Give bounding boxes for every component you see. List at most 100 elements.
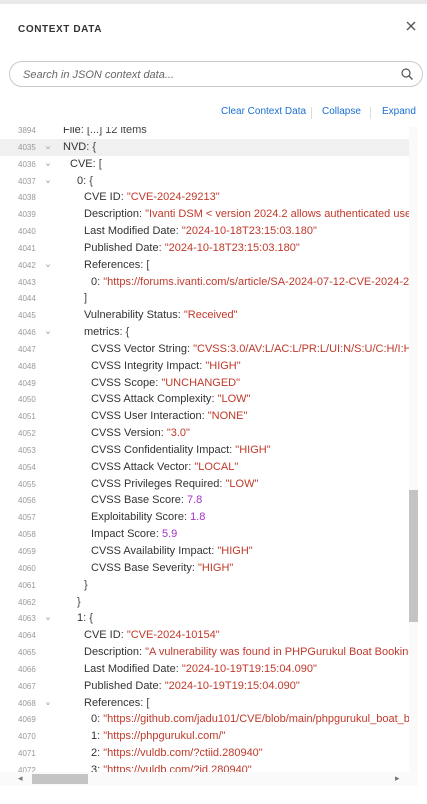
json-value: "CVE-2024-10154" — [126, 629, 220, 642]
line-number: 4051 — [18, 412, 36, 422]
panel-title: CONTEXT DATA — [18, 24, 103, 35]
json-line: 4059 CVSS Availability Impact: "HIGH" — [0, 543, 418, 560]
json-entry[interactable]: ] — [84, 290, 87, 307]
json-entry[interactable]: metrics: { — [84, 324, 129, 341]
json-entry[interactable]: CVSS Integrity Impact: "HIGH" — [91, 358, 241, 375]
json-entry[interactable]: CVE: [ — [70, 156, 102, 173]
json-line: 4056 CVSS Base Score: 7.8 — [0, 492, 418, 509]
clear-context-data-button[interactable]: Clear Context Data — [221, 106, 306, 117]
json-entry[interactable]: CVSS Confidentiality Impact: "HIGH" — [91, 442, 271, 459]
json-entry[interactable]: 0: "https://forums.ivanti.com/s/article/… — [91, 274, 418, 291]
fold-toggle-icon[interactable]: ∨ — [45, 614, 53, 623]
json-entry[interactable]: CVSS Base Score: 7.8 — [91, 492, 202, 509]
json-value: "HIGH" — [235, 443, 271, 456]
json-entry[interactable]: } — [84, 577, 88, 594]
json-line: 4037 ∨ 0: { — [0, 173, 418, 190]
json-entry[interactable]: Description: "A vulnerability was found … — [84, 644, 418, 661]
line-number: 4042 — [18, 260, 36, 270]
search-input[interactable] — [21, 66, 395, 84]
json-line: 4069 0: "https://github.com/jadu101/CVE/b… — [0, 711, 418, 728]
json-entry[interactable]: CVE ID: "CVE-2024-10154" — [84, 627, 220, 644]
json-entry[interactable]: Published Date: "2024-10-18T23:15:03.180… — [84, 240, 300, 257]
json-line: 4063 ∨ 1: { — [0, 610, 418, 627]
json-entry[interactable]: 0: { — [77, 173, 93, 190]
close-icon[interactable] — [403, 18, 419, 34]
json-key: CVE — [70, 157, 93, 170]
json-entry[interactable]: Impact Score: 5.9 — [91, 526, 177, 543]
json-entry[interactable]: Published Date: "2024-10-19T19:15:04.090… — [84, 678, 300, 695]
json-entry[interactable]: Last Modified Date: "2024-10-19T19:15:04… — [84, 661, 317, 678]
json-punctuation: : { — [83, 612, 93, 625]
json-punctuation: : [ — [140, 696, 150, 709]
json-entry[interactable]: File: [...] 12 items — [63, 127, 147, 139]
line-number: 4063 — [18, 614, 36, 624]
search-icon[interactable] — [400, 67, 414, 81]
json-key: Published Date — [84, 679, 159, 692]
json-line: 4055 CVSS Privileges Required: "LOW" — [0, 476, 418, 493]
json-entry[interactable]: Exploitability Score: 1.8 — [91, 509, 205, 526]
scroll-left-icon[interactable]: ◂ — [18, 773, 23, 784]
json-entry[interactable]: CVSS Version: "3.0" — [91, 425, 190, 442]
json-entry[interactable]: 2: "https://vuldb.com/?ctiid.280940" — [91, 745, 263, 762]
json-key: CVSS Attack Vector — [91, 460, 189, 473]
divider — [370, 107, 371, 119]
vertical-scrollbar-track[interactable] — [409, 127, 418, 772]
json-punctuation: : { — [86, 140, 97, 153]
json-key: Last Modified Date — [84, 225, 176, 238]
json-entry[interactable]: CVSS Privileges Required: "LOW" — [91, 476, 258, 493]
line-number: 4047 — [18, 344, 36, 354]
json-entry[interactable]: } — [77, 594, 81, 611]
json-line: 4071 2: "https://vuldb.com/?ctiid.280940" — [0, 745, 418, 762]
json-entry[interactable]: References: [ — [84, 257, 149, 274]
json-punctuation: : [ — [140, 258, 150, 271]
vertical-scrollbar-thumb[interactable] — [409, 490, 418, 622]
json-entry[interactable]: CVSS Base Severity: "HIGH" — [91, 560, 233, 577]
json-entry[interactable]: CVSS Availability Impact: "HIGH" — [91, 543, 253, 560]
fold-toggle-icon[interactable]: ∨ — [45, 698, 53, 707]
json-line: 4068 ∨ References: [ — [0, 695, 418, 712]
json-entry[interactable]: CVSS Vector String: "CVSS:3.0/AV:L/AC:L/… — [91, 341, 418, 358]
json-entry[interactable]: NVD: { — [63, 139, 96, 156]
json-entry[interactable]: CVSS User Interaction: "NONE" — [91, 408, 247, 425]
json-entry[interactable]: 3: "https://vuldb.com/?id.280940" — [91, 762, 252, 772]
collapse-button[interactable]: Collapse — [322, 106, 361, 117]
json-entry[interactable]: CVE ID: "CVE-2024-29213" — [84, 189, 220, 206]
json-entry[interactable]: Last Modified Date: "2024-10-18T23:15:03… — [84, 223, 317, 240]
json-line: 4066 Last Modified Date: "2024-10-19T19:1… — [0, 661, 418, 678]
json-entry[interactable]: CVSS Scope: "UNCHANGED" — [91, 375, 240, 392]
json-entry[interactable]: 1: { — [77, 610, 93, 627]
json-key: CVSS Base Score — [91, 494, 181, 507]
json-entry[interactable]: 0: "https://github.com/jadu101/CVE/blob/… — [91, 711, 418, 728]
json-line: 4036 ∨ CVE: [ — [0, 156, 418, 173]
json-entry[interactable]: References: [ — [84, 695, 149, 712]
line-number: 4072 — [18, 765, 36, 772]
fold-toggle-icon[interactable]: ∨ — [45, 328, 53, 337]
json-line: 4038 CVE ID: "CVE-2024-29213" — [0, 189, 418, 206]
json-entry[interactable]: 1: "https://phpgurukul.com/" — [91, 728, 225, 745]
scroll-right-icon[interactable]: ▸ — [395, 773, 400, 784]
fold-toggle-icon[interactable]: ∨ — [45, 176, 53, 185]
horizontal-scrollbar-thumb[interactable] — [32, 774, 88, 784]
json-key: Published Date — [84, 241, 159, 254]
json-value: "NONE" — [207, 410, 248, 423]
fold-toggle-icon[interactable]: ∨ — [45, 159, 53, 168]
json-key: Last Modified Date — [84, 662, 176, 675]
json-entry[interactable]: Description: "Ivanti DSM < version 2024.… — [84, 206, 418, 223]
panel-footer — [0, 790, 427, 804]
fold-toggle-icon[interactable]: ∨ — [45, 143, 53, 152]
json-line: 4044] — [0, 290, 418, 307]
json-key: Impact Score — [91, 528, 156, 541]
json-entry[interactable]: Vulnerability Status: "Received" — [84, 307, 238, 324]
json-key: CVSS Integrity Impact — [91, 359, 200, 372]
json-key: CVE ID — [84, 191, 121, 204]
json-key: CVSS Scope — [91, 376, 156, 389]
fold-toggle-icon[interactable]: ∨ — [45, 261, 53, 270]
json-key: File — [63, 127, 81, 136]
json-line: 4070 1: "https://phpgurukul.com/" — [0, 728, 418, 745]
json-entry[interactable]: CVSS Attack Vector: "LOCAL" — [91, 459, 238, 476]
expand-button[interactable]: Expand — [382, 106, 416, 117]
json-entry[interactable]: CVSS Attack Complexity: "LOW" — [91, 391, 250, 408]
json-value: "2024-10-19T19:15:04.090" — [164, 679, 300, 692]
json-line: 4048 CVSS Integrity Impact: "HIGH" — [0, 358, 418, 375]
json-key: Vulnerability Status — [84, 309, 178, 322]
